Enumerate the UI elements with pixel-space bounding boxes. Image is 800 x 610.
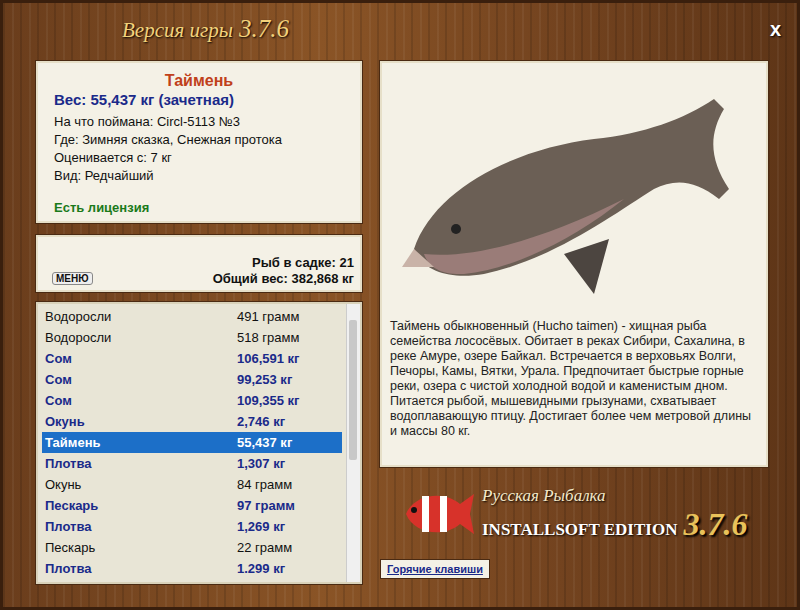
game-logo: Русская Рыбалка INSTALLSOFT EDITION 3.7.6 [380, 475, 768, 553]
scrollbar[interactable] [346, 304, 360, 582]
menu-button[interactable]: МЕНЮ [52, 272, 93, 285]
catch-row[interactable]: Плотва1,307 кг [42, 453, 342, 474]
license-status: Есть лицензия [54, 199, 344, 217]
catch-list: Водоросли491 граммВодоросли518 граммСом1… [36, 302, 362, 584]
catch-row[interactable]: Пескарь97 грамм [42, 495, 342, 516]
logo-version: 3.7.6 [683, 506, 747, 543]
logo-edition: INSTALLSOFT EDITION [482, 520, 677, 540]
total-weight: Общий вес: 382,868 кг [213, 271, 354, 287]
fish-detail: Где: Зимняя сказка, Снежная протока [54, 131, 344, 149]
fish-logo-icon [400, 486, 478, 542]
catch-row[interactable]: Сом109,355 кг [42, 390, 342, 411]
catch-row[interactable]: Окунь2,746 кг [42, 411, 342, 432]
title-bar: Версия игры3.7.6 x [3, 3, 797, 55]
fish-detail: Оценивается с: 7 кг [54, 149, 344, 167]
logo-title: Русская Рыбалка [482, 486, 747, 506]
fish-panel: Таймень обыкновенный (Hucho taimen) - хи… [380, 61, 768, 467]
catch-row[interactable]: Сом106,591 кг [42, 348, 342, 369]
fish-detail: Вид: Редчайший [54, 167, 344, 185]
catch-row[interactable]: Плотва1,269 кг [42, 516, 342, 537]
close-button[interactable]: x [770, 18, 781, 41]
fish-name: Таймень [54, 71, 344, 91]
fish-info-window: Версия игры3.7.6 x ТайменьВес: 55,437 кг (… [0, 0, 800, 610]
fish-info-card: ТайменьВес: 55,437 кг (зачетная) На что п… [36, 61, 362, 223]
catch-row[interactable]: Водоросли491 грамм [42, 306, 342, 327]
window-title: Версия игры3.7.6 [122, 15, 289, 43]
keepnet-summary: МЕНЮ Рыб в садке: 21Общий вес: 382,868 кг [36, 235, 362, 292]
catch-row[interactable]: Таймень55,437 кг [42, 432, 342, 453]
catch-row[interactable]: Водоросли518 грамм [42, 327, 342, 348]
hotkeys-button[interactable]: Горячие клавиши [380, 559, 490, 579]
fish-count: Рыб в садке: 21 [213, 255, 354, 271]
catch-row[interactable]: Окунь84 грамм [42, 474, 342, 495]
fish-weight: Вес: 55,437 кг (зачетная) [54, 91, 344, 109]
catch-row[interactable]: Сом99,253 кг [42, 369, 342, 390]
catch-row[interactable]: Пескарь22 грамм [42, 537, 342, 558]
fish-description: Таймень обыкновенный (Hucho taimen) - хи… [390, 319, 758, 439]
fish-image [390, 69, 758, 319]
fish-detail: На что поймана: Circl-5113 №3 [54, 113, 344, 131]
scrollbar-thumb[interactable] [349, 320, 357, 460]
catch-row[interactable]: Плотва1.299 кг [42, 558, 342, 579]
